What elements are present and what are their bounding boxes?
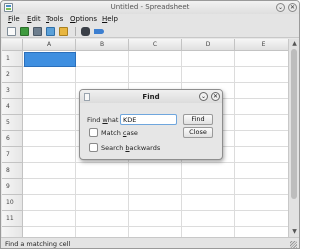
scroll-up-icon[interactable]: ▲ <box>290 39 299 48</box>
find-button[interactable]: Find <box>183 114 213 125</box>
menu-edit[interactable]: Edit <box>27 15 41 23</box>
select-all-corner[interactable] <box>2 39 23 51</box>
grid-line <box>23 162 288 163</box>
minimize-button[interactable]: ⌄ <box>276 3 285 12</box>
menu-help[interactable]: Help <box>102 15 118 23</box>
row-header-3[interactable]: 3 <box>2 83 23 99</box>
row-header-9[interactable]: 9 <box>2 179 23 195</box>
menu-edit-rest: dit <box>31 15 41 23</box>
menu-help-rest: elp <box>107 15 118 23</box>
menu-bar: File Edit Tools Options Help <box>1 14 299 25</box>
row-header-6[interactable]: 6 <box>2 131 23 147</box>
row-header-2[interactable]: 2 <box>2 67 23 83</box>
resize-grip-icon[interactable] <box>290 241 297 248</box>
vertical-scrollbar[interactable]: ▲ ▼ <box>288 39 299 237</box>
toolbar <box>1 25 299 38</box>
row-header-11[interactable]: 11 <box>2 211 23 227</box>
status-bar: Find a matching cell <box>1 237 299 248</box>
column-header-c[interactable]: C <box>129 39 182 51</box>
row-header-4[interactable]: 4 <box>2 99 23 115</box>
find-what-input[interactable] <box>120 114 177 125</box>
search-backwards-label[interactable]: Search backwards <box>101 144 160 152</box>
spreadsheet-window: Untitled - Spreadsheet ⌄ ✕ File Edit Too… <box>0 0 300 249</box>
scrollbar-thumb[interactable] <box>291 49 297 199</box>
match-case-checkbox[interactable] <box>89 128 98 137</box>
save-icon[interactable] <box>20 27 29 36</box>
row-header-12[interactable] <box>2 227 23 237</box>
find-dialog-title-bar: Find ⌄ ✕ <box>80 90 222 103</box>
column-header-e[interactable]: E <box>235 39 288 51</box>
close-window-button[interactable]: ✕ <box>288 3 297 12</box>
match-case-label-pre: Match <box>101 129 123 137</box>
scroll-down-icon[interactable]: ▼ <box>290 227 299 236</box>
grid-line <box>23 226 288 227</box>
menu-tools-rest: ools <box>49 15 64 23</box>
grid-line <box>23 178 288 179</box>
search-backwards-label-post: ackwards <box>129 144 161 152</box>
menu-options-rest: ptions <box>75 15 98 23</box>
find-button-rest: ind <box>194 115 205 123</box>
dialog-close-icon[interactable]: ✕ <box>211 92 220 101</box>
find-what-label-pre: Find <box>87 116 103 124</box>
menu-file[interactable]: File <box>8 15 20 23</box>
search-backwards-checkbox[interactable] <box>89 143 98 152</box>
search-backwards-label-pre: Search <box>101 144 126 152</box>
column-header-a[interactable]: A <box>23 39 76 51</box>
find-dialog: Find ⌄ ✕ Find what Find Match case Close… <box>79 89 223 160</box>
grid-line <box>23 194 288 195</box>
pin-icon[interactable] <box>94 29 104 34</box>
new-document-icon[interactable] <box>7 27 16 36</box>
insert-icon[interactable] <box>59 27 68 36</box>
column-header-b[interactable]: B <box>76 39 129 51</box>
menu-file-rest: ile <box>11 15 20 23</box>
toolbar-separator <box>75 27 76 36</box>
menu-tools[interactable]: Tools <box>46 15 63 23</box>
row-header-10[interactable]: 10 <box>2 195 23 211</box>
window-title: Untitled - Spreadsheet <box>110 3 190 11</box>
match-case-label-post: ase <box>126 129 138 137</box>
row-header-7[interactable]: 7 <box>2 147 23 163</box>
open-icon[interactable] <box>33 27 42 36</box>
title-bar: Untitled - Spreadsheet ⌄ ✕ <box>1 1 299 14</box>
find-icon[interactable] <box>81 27 90 36</box>
selected-cell-a1[interactable] <box>24 52 76 67</box>
dialog-menu-button[interactable]: ⌄ <box>199 92 208 101</box>
grid-line <box>23 82 288 83</box>
menu-options[interactable]: Options <box>70 15 97 23</box>
column-header-d[interactable]: D <box>182 39 235 51</box>
grid-line <box>23 210 288 211</box>
match-case-label[interactable]: Match case <box>101 129 138 137</box>
table-icon[interactable] <box>46 27 55 36</box>
row-header-1[interactable]: 1 <box>2 51 23 67</box>
row-header-8[interactable]: 8 <box>2 163 23 179</box>
find-what-label-post: hat <box>107 116 119 124</box>
close-button[interactable]: Close <box>183 127 213 138</box>
find-what-label: Find what <box>87 116 118 124</box>
row-header-5[interactable]: 5 <box>2 115 23 131</box>
status-text: Find a matching cell <box>5 240 71 248</box>
